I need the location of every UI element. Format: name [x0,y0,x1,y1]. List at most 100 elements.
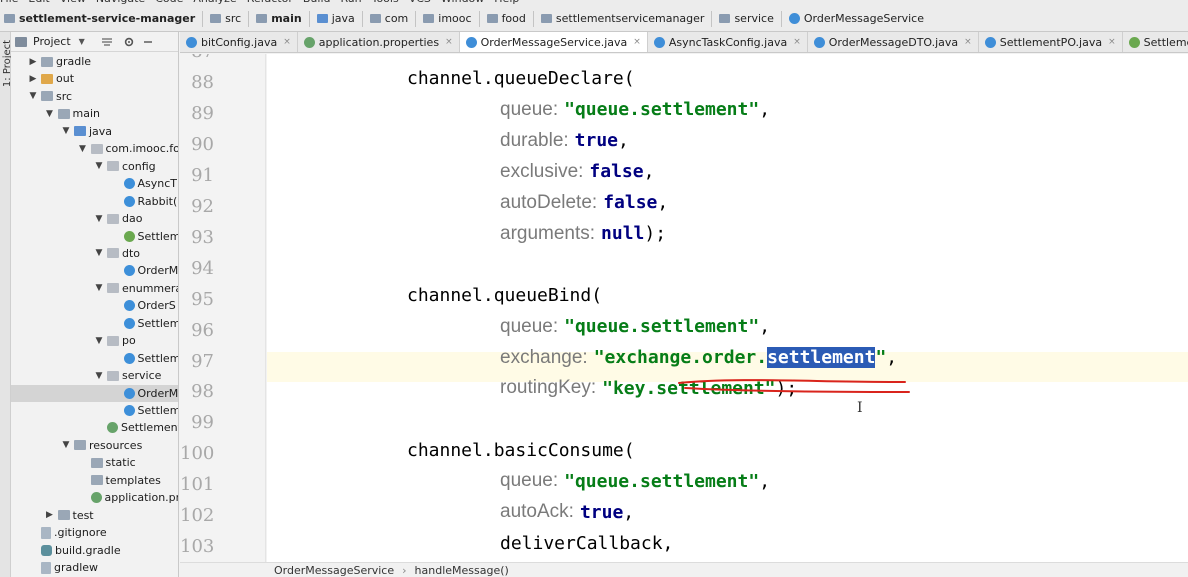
chevron-right-icon[interactable]: ▶ [27,74,39,84]
tree-item[interactable]: ▼ main [11,105,100,122]
tree-item[interactable]: Settlement [11,419,178,436]
gear-icon[interactable] [123,36,135,48]
tree-item[interactable]: OrderM [11,262,178,279]
nav-crumb-project[interactable]: settlement-service-manager [0,6,199,31]
tree-item[interactable]: gradlew [11,559,98,576]
menu-item-vcs[interactable]: VCS [409,0,431,5]
chevron-down-icon[interactable]: ▼ [60,440,72,450]
nav-crumb-ordermessageservice[interactable]: OrderMessageService [785,6,928,31]
chevron-down-icon[interactable]: ▼ [93,336,105,346]
chevron-down-icon[interactable]: ▼ [60,126,72,136]
close-icon[interactable]: × [964,37,972,47]
tree-item[interactable]: ▼ com.imooc.fo [11,140,178,157]
code-line[interactable]: queue: "queue.settlement", [500,466,770,496]
chevron-down-icon[interactable]: ▼ [93,161,105,171]
editor-tab[interactable]: SettlementPO.java × [979,32,1123,52]
chevron-down-icon[interactable]: ▼ [93,371,105,381]
nav-crumb-food[interactable]: food [483,6,530,31]
tree-item[interactable]: ▼ dao [11,210,143,227]
collapse-all-icon[interactable] [101,36,113,48]
chevron-down-icon[interactable]: ▼ [93,248,105,258]
tree-item[interactable]: ▼ dto [11,245,141,262]
code-line[interactable]: arguments: null); [500,219,666,249]
menu-item-edit[interactable]: Edit [28,0,49,5]
close-icon[interactable]: × [445,37,453,47]
chevron-down-icon[interactable]: ▼ [79,37,85,46]
code-editor[interactable]: channel.queueDeclare(queue: "queue.settle… [267,54,1188,562]
tree-item[interactable]: Settlem [11,402,178,419]
nav-crumb-java[interactable]: java [313,6,359,31]
code-line[interactable]: exchange: "exchange.order. settlement ", [500,343,897,373]
nav-crumb-service[interactable]: service [715,6,777,31]
tree-item[interactable]: ▶ gradle [11,53,92,70]
tree-item[interactable]: ▼ resources [11,437,143,454]
nav-crumb-settlementservicemanager[interactable]: settlementservicemanager [537,6,709,31]
editor-tab[interactable]: OrderMessageDTO.java × [808,32,979,52]
menu-item-view[interactable]: View [60,0,86,5]
tree-item[interactable]: application.pr [11,489,178,506]
footer-crumb-method[interactable]: handleMessage() [415,564,509,577]
tree-item[interactable]: Rabbit( [11,193,177,210]
tree-item[interactable]: Settlem [11,350,178,367]
tree-item[interactable]: ▼ service [11,367,162,384]
code-line[interactable]: autoDelete: false, [500,188,668,218]
editor-tab[interactable]: OrderMessageService.java × [459,32,648,52]
nav-crumb-com[interactable]: com [366,6,413,31]
menu-item-help[interactable]: Help [494,0,519,5]
code-line[interactable]: queue: "queue.settlement", [500,95,770,125]
tree-item[interactable]: ▶ out [11,70,74,87]
code-line[interactable]: queue: "queue.settlement", [500,312,770,342]
tree-item[interactable]: ▶ test [11,507,94,524]
tree-item[interactable]: build.gradle [11,542,121,559]
tree-item[interactable]: templates [11,472,161,489]
code-line[interactable]: durable: true, [500,126,629,156]
close-icon[interactable]: × [1108,37,1116,47]
chevron-right-icon[interactable]: ▶ [27,57,39,67]
tree-item[interactable]: ▼ config [11,158,156,175]
chevron-right-icon[interactable]: ▶ [44,510,56,520]
menu-item-build[interactable]: Build [303,0,331,5]
close-icon[interactable]: × [793,37,801,47]
tree-item[interactable]: Settlem [11,315,178,332]
menu-item-file[interactable]: File [0,0,18,5]
tree-item[interactable]: ▼ java [11,123,113,140]
close-icon[interactable]: × [283,37,291,47]
menu-item-refactor[interactable]: Refactor [247,0,293,5]
menu-item-run[interactable]: Run [341,0,362,5]
nav-crumb-main[interactable]: main [252,6,306,31]
menu-item-window[interactable]: Window [441,0,484,5]
tree-item[interactable]: Settlem [11,228,178,245]
nav-crumb-imooc[interactable]: imooc [419,6,475,31]
tree-item[interactable]: ▼ src [11,88,73,105]
chevron-down-icon[interactable]: ▼ [27,91,39,101]
chevron-down-icon[interactable]: ▼ [93,214,105,224]
nav-crumb-src[interactable]: src [206,6,245,31]
code-line[interactable]: channel.queueDeclare( [407,64,635,94]
editor-tab[interactable]: application.properties × [298,32,460,52]
code-line[interactable]: deliverCallback, [500,528,673,558]
code-line[interactable]: exclusive: false, [500,157,654,187]
tree-item[interactable]: ▼ po [11,332,136,349]
tree-item[interactable]: OrderM [11,384,178,402]
hide-panel-icon[interactable] [143,37,153,47]
project-panel-title[interactable]: Project [33,35,71,48]
code-line[interactable]: channel.queueBind( [407,281,602,311]
tree-item[interactable]: .gitignore [11,524,107,541]
editor-tab[interactable]: bitConfig.java × [180,32,298,52]
menu-item-navigate[interactable]: Navigate [96,0,145,5]
code-line[interactable]: autoAck: true, [500,497,634,527]
menu-item-code[interactable]: Code [155,0,183,5]
editor-tab[interactable]: AsyncTaskConfig.java × [648,32,808,52]
tree-item[interactable]: AsyncT [11,175,177,192]
tree-item[interactable]: static [11,454,136,471]
code-line[interactable]: channel.basicConsume( [407,435,635,465]
tree-item[interactable]: ▼ enummera [11,280,178,297]
chevron-down-icon[interactable]: ▼ [77,144,89,154]
menu-item-tools[interactable]: Tools [372,0,399,5]
menu-item-analyze[interactable]: Analyze [193,0,236,5]
footer-crumb-class[interactable]: OrderMessageService [274,564,394,577]
tree-item[interactable]: OrderS [11,297,176,314]
editor-tab[interactable]: SettlementDao.java× [1123,32,1188,52]
close-icon[interactable]: × [633,37,641,47]
chevron-down-icon[interactable]: ▼ [44,109,56,119]
